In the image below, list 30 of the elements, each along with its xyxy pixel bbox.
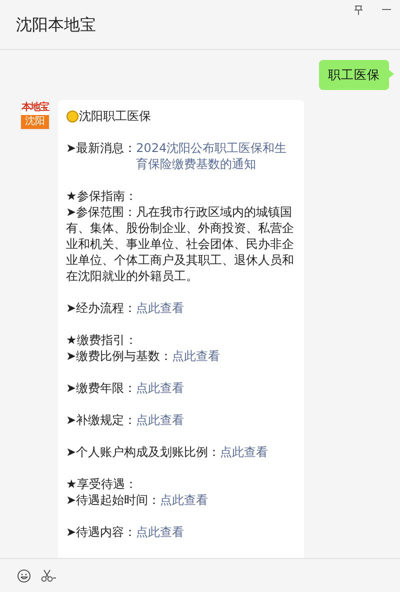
message-text: ➤缴费年限： [66, 380, 136, 396]
message-text: ★享受待遇： [66, 477, 137, 491]
sun-icon [66, 110, 79, 122]
link[interactable]: 2024沈阳公布职工医保和生育保险缴费基数的通知 [136, 140, 296, 172]
message-title: 沈阳职工医保 [79, 108, 151, 124]
message-text: ➤补缴规定： [66, 412, 136, 428]
message-text: ➤参保范围：凡在我市行政区域内的城镇国有、集体、股份制企业、外商投资、私营企业和机关、事业单位、社会团体、民办非企业单位、个体工商户及其职工、退休人员和在沈阳就业的外籍员工。 [66, 205, 294, 283]
link[interactable]: 点此查看 [136, 300, 184, 316]
logo-text: 本地宝 [21, 101, 49, 115]
message-text: ➤经办流程： [66, 300, 136, 316]
link[interactable]: 点此查看 [136, 412, 184, 428]
emoji-icon[interactable] [17, 568, 31, 582]
message-text: ➤待遇内容： [66, 524, 136, 540]
logo-text: 沈阳 [21, 115, 49, 129]
link[interactable]: 点此查看 [220, 444, 268, 460]
message-text: ➤缴费比例与基数： [66, 348, 172, 364]
link[interactable]: 点此查看 [172, 348, 220, 364]
message-text: ➤待遇起始时间： [66, 492, 160, 508]
scissors-icon[interactable] [41, 568, 57, 582]
sent-message: 职工医保 [319, 60, 389, 90]
window-title: 沈阳本地宝 [16, 14, 96, 36]
message-text: ★参保指南： [66, 189, 137, 203]
message-text: ➤最新消息： [66, 140, 136, 157]
pin-icon[interactable] [354, 5, 363, 15]
bubble-tail-icon [389, 70, 394, 78]
message-text: ★缴费指引： [66, 333, 137, 347]
link[interactable]: 点此查看 [136, 524, 184, 540]
message-text: ➤个人账户构成及划账比例： [66, 444, 220, 460]
link[interactable]: 点此查看 [160, 492, 208, 508]
link[interactable]: 点此查看 [136, 380, 184, 396]
